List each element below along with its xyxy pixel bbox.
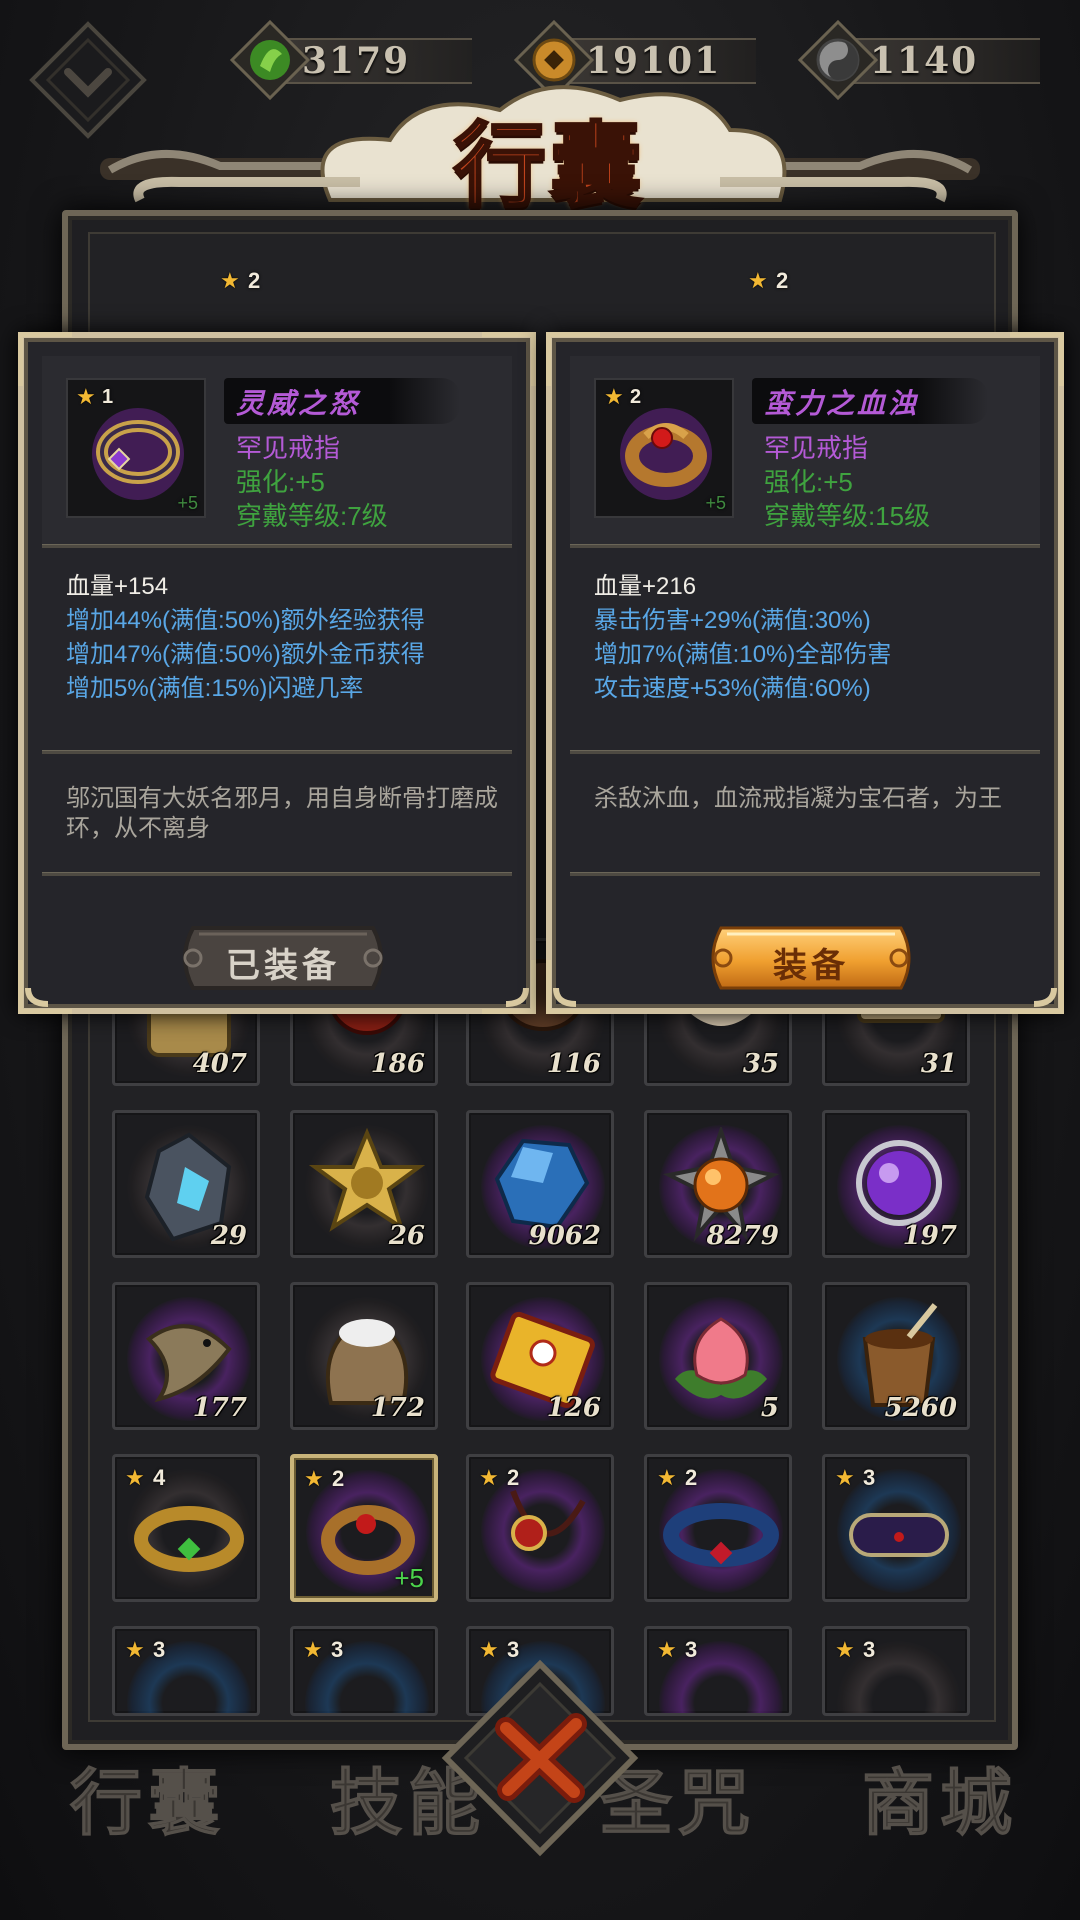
blood-ring-icon [620,408,712,500]
divider [570,750,1040,754]
page-title: 行囊 [452,111,646,222]
corner-ornament [546,332,600,386]
equipped-label: 已装备 [226,946,340,986]
inventory-slot[interactable]: 9062 [466,1110,614,1258]
divider [42,872,512,876]
star-icon: ★ [479,1465,499,1490]
star-level: 2 [630,386,642,408]
star-level: 2 [776,268,789,293]
gold-ring-icon [134,1506,244,1572]
purple-ring-icon [92,408,184,500]
item-name: 蛮力之血浊 [764,387,920,420]
item-level-req: 穿戴等级:15级 [764,501,931,531]
close-icon [441,1659,639,1857]
corner-ornament [1010,960,1064,1014]
equip-label: 装备 [773,946,849,986]
inventory-slot[interactable]: ★ 3 [290,1626,438,1716]
item-card-equipped: ★ 1 +5 灵威之怒 罕见戒指 强化:+5 穿戴等级:7级 血量+154 增加… [18,332,536,1014]
divider [42,750,512,754]
star-icon: ★ [304,1466,324,1491]
item-level-req: 穿戴等级:7级 [236,501,388,531]
item-icon-frame: ★ 2 +5 [594,378,734,518]
bonus-stat: 攻击速度+53%(满值:60%) [594,675,871,702]
divider [570,544,1040,548]
item-enhance: 强化:+5 [764,467,853,497]
corner-ornament [1010,332,1064,386]
inventory-slot[interactable]: ★ 3 [644,1626,792,1716]
main-stat: 血量+216 [594,573,697,600]
close-button[interactable] [440,1658,640,1858]
star-icon: ★ [657,1465,677,1490]
inventory-slot[interactable]: 126 [466,1282,614,1430]
bonus-stat: 增加44%(满值:50%)额外经验获得 [66,607,425,634]
star-icon: ★ [835,1465,855,1490]
star-icon: ★ [604,384,624,409]
inventory-slot[interactable]: ★ 2 [466,1454,614,1602]
equip-button[interactable]: 装备 [701,920,921,996]
item-name: 灵威之怒 [236,387,361,420]
inventory-slot[interactable]: ★ 3 [112,1626,260,1716]
star-icon: ★ [835,1637,855,1662]
amulet-icon [510,1489,586,1551]
star-icon: ★ [220,268,240,293]
enhance-badge: +5 [705,493,726,513]
inventory-slot[interactable]: ★ 2 [644,1454,792,1602]
nav-tab-shop[interactable]: 商城 [861,1744,1018,1849]
main-stat: 血量+154 [66,573,169,600]
star-icon: ★ [125,1637,145,1662]
nav-tab-bag[interactable]: 行囊 [69,1744,226,1849]
item-description: 杀敌沐血，血流戒指凝为宝石者，为王 [594,785,1002,812]
inventory-slot[interactable]: ★ 4 [112,1454,260,1602]
inventory-slot[interactable]: 172 [290,1282,438,1430]
item-card-selected: ★ 2 +5 蛮力之血浊 罕见戒指 强化:+5 穿戴等级:15级 血量+216 … [546,332,1064,1014]
star-level: 2 [248,268,261,293]
corner-ornament [482,332,536,386]
star-icon: ★ [748,268,768,293]
item-type: 罕见戒指 [764,433,869,463]
bonus-stat: 增加5%(满值:15%)闪避几率 [66,675,364,702]
corner-ornament [18,960,72,1014]
inventory-slot[interactable]: 29 [112,1110,260,1258]
bonus-stat: 暴击伤害+29%(满值:30%) [594,607,871,634]
divider [570,872,1040,876]
blue-band-icon [663,1503,779,1567]
equipped-button[interactable]: 已装备 [173,920,393,996]
inventory-slot[interactable]: 5 [644,1282,792,1430]
inventory-slot[interactable]: 5260 [822,1282,970,1430]
corner-ornament [546,960,600,1014]
star-level: 1 [102,386,114,408]
star-icon: ★ [303,1637,323,1662]
item-description: 邬沉国有大妖名邪月，用自身断骨打磨成环，从不离身 [66,785,498,842]
purple-band-icon [849,1513,949,1557]
inventory-slot[interactable]: ★ 3 [822,1454,970,1602]
corner-ornament [18,332,72,386]
item-type: 罕见戒指 [236,433,341,463]
star-icon: ★ [125,1465,145,1490]
inventory-slot[interactable]: 8279 [644,1110,792,1258]
bonus-stat: 增加47%(满值:50%)额外金币获得 [66,641,425,668]
item-enhance: 强化:+5 [236,467,325,497]
game-screen: 3179 19101 1140 行囊 ★ 2 ★ 2 407 186 116 3… [0,0,1080,1920]
corner-ornament [482,960,536,1014]
enhance-badge: +5 [177,493,198,513]
star-icon: ★ [657,1637,677,1662]
inventory-slot[interactable]: 26 [290,1110,438,1258]
bonus-stat: 增加7%(满值:10%)全部伤害 [594,641,892,668]
inventory-slot[interactable]: 197 [822,1110,970,1258]
inventory-slot[interactable]: 177 [112,1282,260,1430]
item-icon-frame: ★ 1 +5 [66,378,206,518]
star-icon: ★ [76,384,96,409]
inventory-slot-selected[interactable]: ★ 2 +5 [290,1454,438,1602]
inventory-slot[interactable]: ★ 3 [822,1626,970,1716]
divider [42,544,512,548]
